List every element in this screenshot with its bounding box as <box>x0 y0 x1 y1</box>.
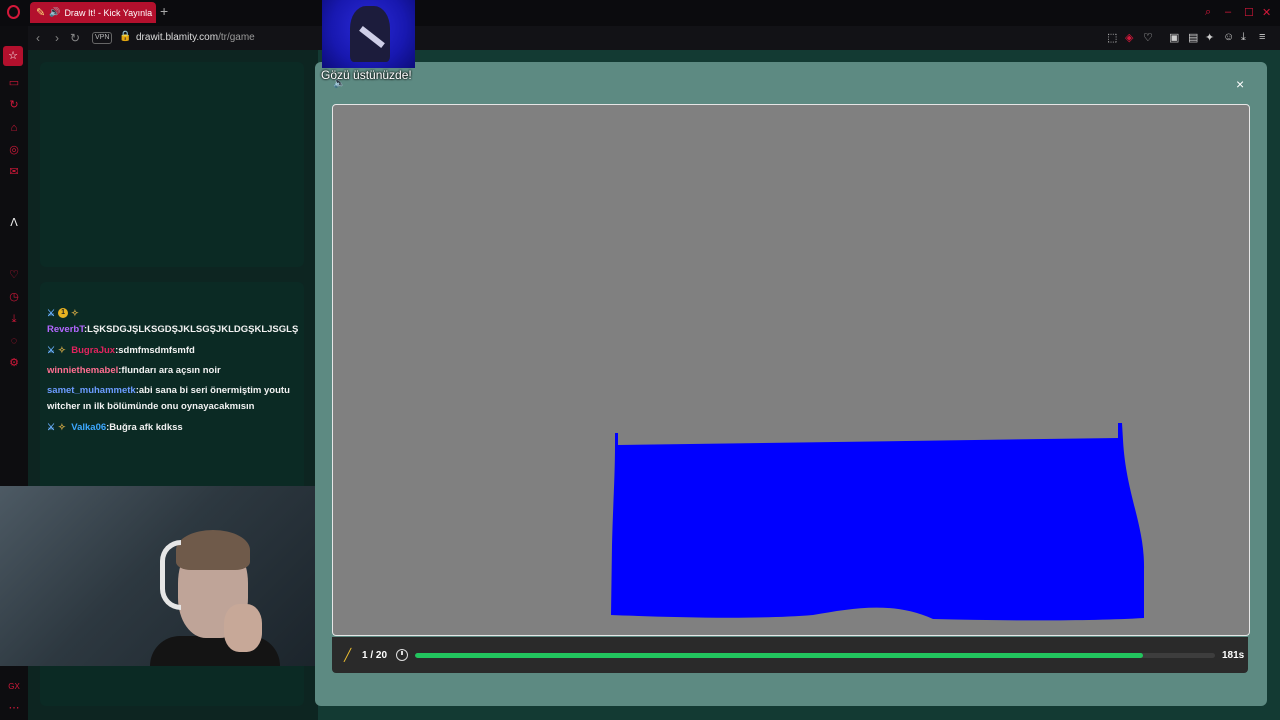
download-icon[interactable]: ⤓ <box>7 312 21 326</box>
pencil-icon: ✎ <box>36 7 46 19</box>
subscriber-badge-icon: ✧ <box>58 345 66 355</box>
time-progress-bar <box>415 653 1215 658</box>
url-field[interactable]: drawit.blamity.com/tr/game <box>136 32 255 43</box>
refresh-icon[interactable]: ↻ <box>7 98 21 112</box>
webcam-feed <box>0 486 322 666</box>
reload-button[interactable]: ↻ <box>70 31 80 45</box>
round-counter: 1 / 20 <box>362 650 388 661</box>
chat-text: :flundarı ara açsın noir <box>118 365 221 376</box>
tab-title: Draw It! - Kick Yayınla <box>64 7 153 18</box>
timer-icon <box>396 649 408 661</box>
vpn-badge[interactable]: VPN <box>92 32 113 44</box>
browser-tab[interactable]: ✎ 🔊 Draw It! - Kick Yayınla <box>30 2 156 23</box>
chat-text: :Buğra afk kdkss <box>106 422 183 433</box>
kick-icon[interactable]: ᐱ <box>7 216 21 230</box>
star-icon[interactable]: ☆ <box>3 46 23 66</box>
subscriber-badge-icon: ✧ <box>58 422 66 432</box>
chat-message: winniethemabel:flundarı ara açsın noir <box>47 363 305 379</box>
webcam-person-hair <box>176 530 250 570</box>
chat-list: ⚔ 1 ✧ ReverbT:LŞKSDGJŞLKSGDŞJKLSGŞJKLDGŞKL… <box>47 305 305 440</box>
puzzle-icon[interactable]: ✦ <box>1205 31 1214 44</box>
pencil-icon: ╱ <box>344 648 352 662</box>
time-remaining: 181s <box>1222 650 1245 661</box>
address-bar: ‹ › ↻ VPN 🔒 drawit.blamity.com/tr/game ⬚… <box>28 26 1280 50</box>
maximize-button[interactable]: ☐ <box>1244 6 1254 19</box>
chat-username[interactable]: Valka06 <box>71 422 106 433</box>
opera-logo-icon[interactable] <box>7 5 20 19</box>
download-icon[interactable]: ⤓ <box>1241 31 1246 44</box>
more-icon[interactable]: ⋯ <box>7 701 21 715</box>
forward-button[interactable]: › <box>55 31 59 45</box>
extension-icon[interactable]: ▣ <box>1169 31 1179 44</box>
subscriber-badge-icon: ✧ <box>71 308 79 318</box>
new-tab-button[interactable]: + <box>160 4 168 18</box>
snapshot-icon[interactable]: ⬚ <box>1107 31 1117 44</box>
sword-badge-icon: ⚔ <box>47 308 56 318</box>
close-window-button[interactable]: ✕ <box>1262 6 1271 19</box>
back-button[interactable]: ‹ <box>36 31 40 45</box>
pocket-icon[interactable]: ◈ <box>1125 31 1133 44</box>
chat-message: ⚔ ✧ Valka06:Buğra afk kdkss <box>47 419 305 436</box>
drawing-canvas[interactable] <box>332 104 1250 636</box>
chat-username[interactable]: BugraJux <box>71 345 115 356</box>
webcam-person-hand <box>224 604 262 652</box>
url-host: drawit.blamity.com <box>136 32 219 43</box>
chat-username[interactable]: samet_muhammetk <box>47 385 136 396</box>
heart-icon[interactable]: ♡ <box>1143 31 1153 44</box>
empty-panel <box>40 62 304 267</box>
chat-text: :sdmfmsdmfsmfd <box>115 345 195 356</box>
chat-message: samet_muhammetk:abi sana bi seri önermiş… <box>47 383 305 415</box>
time-progress-fill <box>415 653 1143 658</box>
history-icon[interactable]: ◷ <box>7 290 21 304</box>
alert-image <box>322 0 415 68</box>
blue-drawing-shape <box>611 423 1145 621</box>
close-icon[interactable]: × <box>1236 76 1244 92</box>
bottom-panel <box>40 666 304 706</box>
gx-icon[interactable]: GX <box>7 680 21 694</box>
chat-username[interactable]: ReverbT <box>47 324 84 335</box>
chat-message: ⚔ 1 ✧ ReverbT:LŞKSDGJŞLKSGDŞJKLSGŞJKLDGŞKL… <box>47 305 305 338</box>
chat-username[interactable]: winniethemabel <box>47 365 118 376</box>
sword-badge-icon: ⚔ <box>47 345 56 355</box>
search-icon[interactable]: ⌕ <box>1205 6 1211 19</box>
number-badge-icon: 1 <box>58 308 69 319</box>
tab-strip: ✎ 🔊 Draw It! - Kick Yayınla + ⌕ – ☐ ✕ <box>0 0 1280 26</box>
extension-icon-2[interactable]: ▤ <box>1188 31 1198 44</box>
profile-icon[interactable]: ☺ <box>1223 31 1234 43</box>
url-path: /tr/game <box>218 32 255 43</box>
menu-icon[interactable]: ≡ <box>1259 31 1265 43</box>
sword-badge-icon: ⚔ <box>47 422 56 432</box>
wallet-icon[interactable]: ▭ <box>7 76 21 90</box>
settings-icon[interactable]: ⚙ <box>7 356 21 370</box>
drawing-svg <box>611 423 1145 621</box>
instagram-icon[interactable]: ◎ <box>7 143 21 157</box>
minimize-button[interactable]: – <box>1225 6 1231 18</box>
headphones-icon <box>160 540 181 610</box>
heart-icon[interactable]: ♡ <box>7 268 21 282</box>
mail-icon[interactable]: ✉ <box>7 165 21 179</box>
chat-text: :LŞKSDGJŞLKSGDŞJKLSGŞJKLDGŞKLJSGLŞ <box>83 324 299 335</box>
speaker-icon[interactable]: 🔊 <box>49 7 60 18</box>
chat-message: ⚔ ✧ BugraJux:sdmfmsdmfsmfd <box>47 342 305 359</box>
shop-icon[interactable]: ⌂ <box>7 121 21 135</box>
badge-row: ⚔ 1 ✧ <box>47 305 305 322</box>
alert-text: Gözü üstünüzde! <box>321 68 412 82</box>
lock-icon[interactable]: 🔒 <box>119 31 131 42</box>
chat-icon[interactable]: ◌ <box>7 334 21 348</box>
